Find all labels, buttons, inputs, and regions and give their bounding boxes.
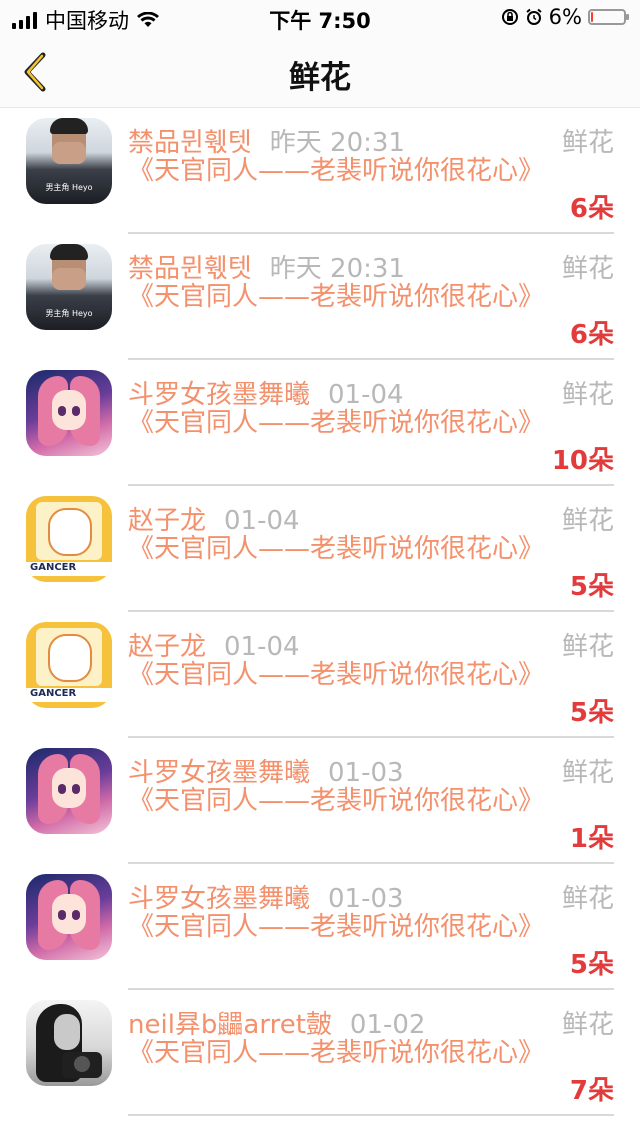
avatar[interactable] [26, 370, 112, 456]
send-time: 01-04 [224, 632, 300, 662]
work-title[interactable]: 《天官同人——老裴听说你很花心》 [128, 534, 548, 564]
avatar[interactable] [26, 748, 112, 834]
list-item-body: neil昪b鼺arret皼 01-02 鲜花 《天官同人——老裴听说你很花心》 7朵 [128, 990, 614, 1116]
sender-name[interactable]: neil昪b鼺arret皼 [128, 1010, 332, 1040]
avatar-image [26, 748, 112, 834]
work-title[interactable]: 《天官同人——老裴听说你很花心》 [128, 156, 548, 186]
gift-count: 5朵 [569, 572, 614, 602]
send-time: 昨天 20:31 [269, 128, 405, 158]
avatar-caption: GANCER [30, 562, 77, 573]
avatar-image [26, 874, 112, 960]
avatar[interactable]: GANCER [26, 496, 112, 582]
gift-count: 10朵 [551, 446, 614, 476]
gift-count: 6朵 [569, 194, 614, 224]
send-time: 01-03 [328, 758, 404, 788]
list-item-body: 斗罗女孩墨舞曦 01-03 鲜花 《天官同人——老裴听说你很花心》 1朵 [128, 738, 614, 864]
work-title[interactable]: 《天官同人——老裴听说你很花心》 [128, 408, 548, 438]
nav-bar: 鲜花 [0, 36, 640, 108]
work-title[interactable]: 《天官同人——老裴听说你很花心》 [128, 786, 548, 816]
gift-count: 7朵 [569, 1076, 614, 1106]
avatar-image: 男主角 Heyo [26, 118, 112, 204]
send-time: 昨天 20:31 [269, 254, 405, 284]
list-item-body: 禁品뮌훿텟 昨天 20:31 鲜花 《天官同人——老裴听说你很花心》 6朵 [128, 108, 614, 234]
gift-count: 5朵 [569, 950, 614, 980]
avatar[interactable]: GANCER [26, 622, 112, 708]
gift-type: 鲜花 [561, 632, 614, 662]
orientation-lock-icon [501, 9, 518, 25]
sender-name[interactable]: 赵子龙 [128, 632, 206, 662]
sender-name[interactable]: 赵子龙 [128, 506, 206, 536]
gift-type: 鲜花 [561, 1010, 614, 1040]
work-title[interactable]: 《天官同人——老裴听说你很花心》 [128, 660, 548, 690]
list-item[interactable]: GANCER 赵子龙 01-04 鲜花 《天官同人——老裴听说你很花心》 5朵 [0, 612, 640, 738]
avatar[interactable]: 男主角 Heyo [26, 244, 112, 330]
avatar[interactable] [26, 874, 112, 960]
name-line: 禁品뮌훿텟 昨天 20:31 [128, 122, 405, 159]
list-item[interactable]: neil昪b鼺arret皼 01-02 鲜花 《天官同人——老裴听说你很花心》 7朵 [0, 990, 640, 1116]
name-line: 禁品뮌훿텟 昨天 20:31 [128, 248, 405, 285]
name-line: 赵子龙 01-04 [128, 500, 300, 537]
sender-name[interactable]: 禁品뮌훿텟 [128, 254, 252, 284]
gift-count: 5朵 [569, 698, 614, 728]
name-line: neil昪b鼺arret皼 01-02 [128, 1004, 425, 1041]
avatar-caption: GANCER [30, 688, 77, 699]
status-bar: 中国移动 下午 7:50 6% [0, 0, 640, 36]
list-item-body: 斗罗女孩墨舞曦 01-03 鲜花 《天官同人——老裴听说你很花心》 5朵 [128, 864, 614, 990]
avatar-image: 男主角 Heyo [26, 244, 112, 330]
sender-name[interactable]: 禁品뮌훿텟 [128, 128, 252, 158]
list-item[interactable]: 斗罗女孩墨舞曦 01-04 鲜花 《天官同人——老裴听说你很花心》 10朵 [0, 360, 640, 486]
avatar[interactable] [26, 1000, 112, 1086]
list-item-body: 赵子龙 01-04 鲜花 《天官同人——老裴听说你很花心》 5朵 [128, 486, 614, 612]
sender-name[interactable]: 斗罗女孩墨舞曦 [128, 380, 310, 410]
gift-type: 鲜花 [561, 506, 614, 536]
list-item-body: 赵子龙 01-04 鲜花 《天官同人——老裴听说你很花心》 5朵 [128, 612, 614, 738]
name-line: 斗罗女孩墨舞曦 01-03 [128, 878, 404, 915]
sender-name[interactable]: 斗罗女孩墨舞曦 [128, 758, 310, 788]
list-item[interactable]: 斗罗女孩墨舞曦 01-03 鲜花 《天官同人——老裴听说你很花心》 1朵 [0, 738, 640, 864]
send-time: 01-02 [349, 1010, 426, 1040]
gift-type: 鲜花 [561, 380, 614, 410]
name-line: 斗罗女孩墨舞曦 01-04 [128, 374, 404, 411]
avatar[interactable]: 男主角 Heyo [26, 118, 112, 204]
status-right: 6% [501, 5, 629, 29]
list-item-body: 斗罗女孩墨舞曦 01-04 鲜花 《天官同人——老裴听说你很花心》 10朵 [128, 360, 614, 486]
sender-name[interactable]: 斗罗女孩墨舞曦 [128, 884, 310, 914]
work-title[interactable]: 《天官同人——老裴听说你很花心》 [128, 1038, 548, 1068]
battery-fill [591, 12, 593, 22]
gift-count: 1朵 [569, 824, 614, 854]
avatar-image: GANCER [26, 622, 112, 708]
avatar-image [26, 1000, 112, 1086]
name-line: 斗罗女孩墨舞曦 01-03 [128, 752, 404, 789]
gift-type: 鲜花 [561, 128, 614, 158]
list-item-body: 禁品뮌훿텟 昨天 20:31 鲜花 《天官同人——老裴听说你很花心》 6朵 [128, 234, 614, 360]
page-title: 鲜花 [289, 60, 351, 96]
send-time: 01-04 [224, 506, 300, 536]
avatar-image [26, 370, 112, 456]
list-item[interactable]: 男主角 Heyo 禁品뮌훿텟 昨天 20:31 鲜花 《天官同人——老裴听说你很花心》 6… [0, 234, 640, 360]
avatar-image: GANCER [26, 496, 112, 582]
avatar-caption: 男主角 Heyo [45, 309, 93, 318]
battery-icon [588, 9, 629, 25]
send-time: 01-04 [328, 380, 404, 410]
work-title[interactable]: 《天官同人——老裴听说你很花心》 [128, 282, 548, 312]
name-line: 赵子龙 01-04 [128, 626, 300, 663]
list-item[interactable]: 斗罗女孩墨舞曦 01-03 鲜花 《天官同人——老裴听说你很花心》 5朵 [0, 864, 640, 990]
send-time: 01-03 [328, 884, 404, 914]
gift-type: 鲜花 [561, 758, 614, 788]
avatar-caption: 男主角 Heyo [45, 183, 93, 192]
gift-list: 男主角 Heyo 禁品뮌훿텟 昨天 20:31 鲜花 《天官同人——老裴听说你很花心》 6… [0, 108, 640, 1116]
list-item[interactable]: 男主角 Heyo 禁品뮌훿텟 昨天 20:31 鲜花 《天官同人——老裴听说你很花心》 6… [0, 108, 640, 234]
work-title[interactable]: 《天官同人——老裴听说你很花心》 [128, 912, 548, 942]
gift-count: 6朵 [569, 320, 614, 350]
gift-type: 鲜花 [561, 884, 614, 914]
list-item[interactable]: GANCER 赵子龙 01-04 鲜花 《天官同人——老裴听说你很花心》 5朵 [0, 486, 640, 612]
battery-percent: 6% [548, 5, 582, 29]
gift-type: 鲜花 [561, 254, 614, 284]
alarm-icon [526, 8, 542, 25]
